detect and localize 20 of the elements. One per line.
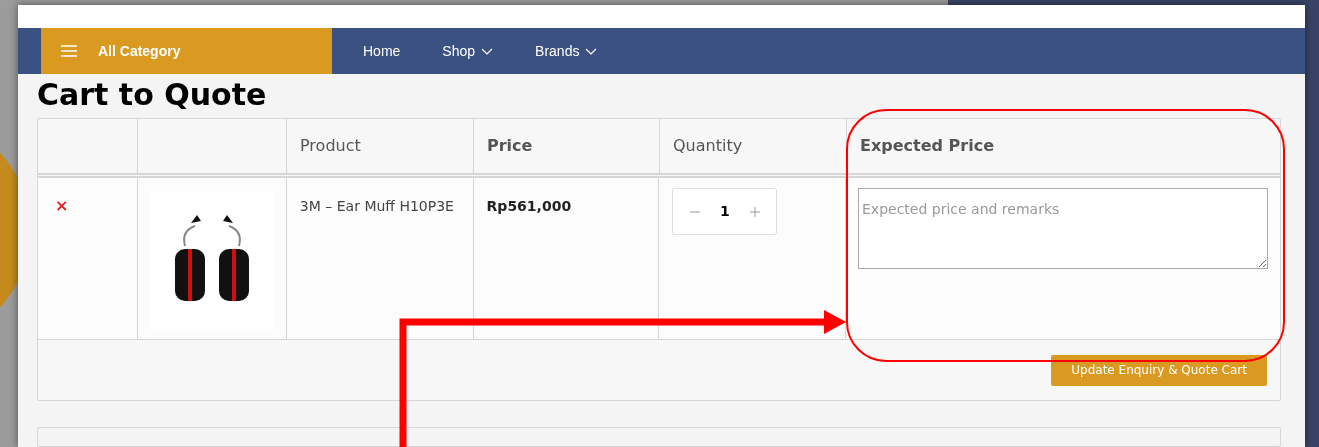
column-header: Expected Price	[860, 135, 994, 157]
nav-link[interactable]: Shop	[442, 40, 494, 62]
page-title: Cart to Quote	[37, 76, 268, 114]
minus-icon[interactable]	[689, 210, 700, 213]
chevron-down-icon	[481, 47, 494, 55]
menu-icon	[61, 45, 77, 58]
remarks-field[interactable]: Expected price and remarks	[858, 188, 1268, 269]
column-header: Product	[300, 135, 361, 157]
quantity-stepper[interactable]: 1	[672, 188, 778, 235]
product-name: 3M – Ear Muff H10P3E	[299, 198, 454, 214]
nav-link[interactable]: Home	[363, 40, 401, 62]
column-header: Quantity	[673, 135, 743, 157]
quantity-value: 1	[719, 202, 730, 221]
chevron-down-icon	[585, 47, 598, 55]
price-text: Rp561,000	[486, 198, 572, 214]
remove-button[interactable]: ×	[55, 198, 69, 214]
plus-icon[interactable]	[750, 206, 761, 217]
nav-link[interactable]: Brands	[535, 40, 598, 62]
column-header: Price	[487, 135, 533, 157]
category-label: All Category	[98, 41, 181, 61]
